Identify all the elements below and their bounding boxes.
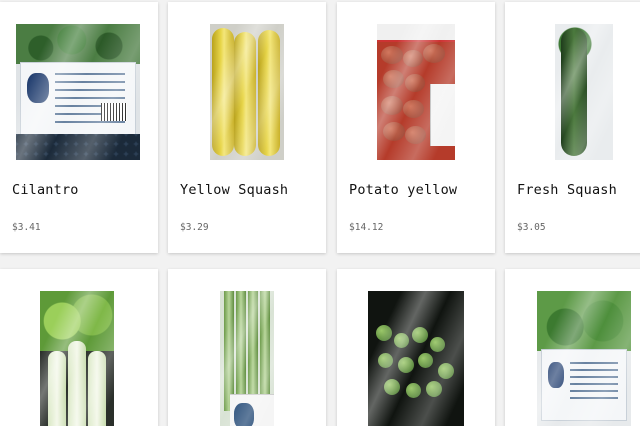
product-card-leek[interactable]: [168, 269, 326, 426]
bok-choy-image: [40, 291, 114, 426]
product-price: $3.29: [180, 222, 209, 233]
yellow-squash-image: [210, 24, 284, 160]
fresh-squash-image: [555, 24, 613, 160]
product-price: $3.05: [517, 222, 546, 233]
product-grid: Cilantro $3.41 Yellow Squash $3.29 Potat…: [0, 0, 640, 426]
spinach-bag-image: [537, 291, 631, 426]
product-name[interactable]: Potato yellow: [349, 182, 457, 198]
product-card-potato-yellow[interactable]: Potato yellow $14.12: [337, 2, 495, 253]
product-price: $3.41: [12, 222, 41, 233]
brussels-sprouts-bag-image: [368, 291, 464, 426]
product-card-brussels-sprouts[interactable]: [337, 269, 495, 426]
leek-bundle-image: [220, 291, 274, 426]
product-card-cilantro[interactable]: Cilantro $3.41: [0, 2, 158, 253]
product-name[interactable]: Fresh Squash: [517, 182, 617, 198]
product-card-spinach[interactable]: [505, 269, 640, 426]
cilantro-bag-image: [16, 24, 140, 160]
product-card-fresh-squash[interactable]: Fresh Squash $3.05: [505, 2, 640, 253]
product-name[interactable]: Cilantro: [12, 182, 79, 198]
potato-bag-image: [377, 24, 455, 160]
product-card-bok-choy[interactable]: [0, 269, 158, 426]
product-card-yellow-squash[interactable]: Yellow Squash $3.29: [168, 2, 326, 253]
product-name[interactable]: Yellow Squash: [180, 182, 288, 198]
product-price: $14.12: [349, 222, 384, 233]
